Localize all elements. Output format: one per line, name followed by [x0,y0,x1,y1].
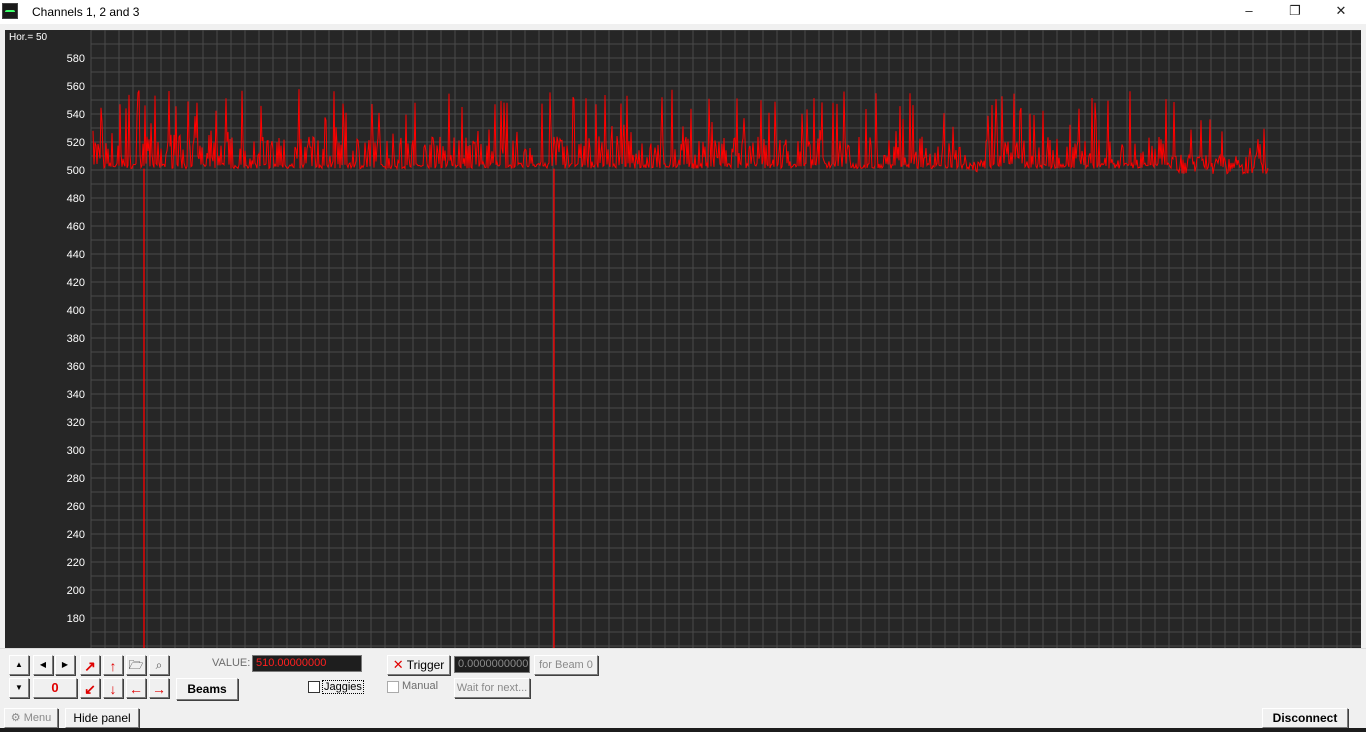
scope-display[interactable]: 580 560 540 520 500 480 460 440 420 400 380 360 340 3… [5,30,1361,648]
scroll-right-button[interactable]: ▶ [55,655,75,675]
jaggies-label[interactable]: Jaggies [322,680,364,694]
open-folder-icon[interactable]: 🗁 [126,655,146,675]
y-tick-label: 220 [67,557,85,569]
oscilloscope-app-icon [2,3,18,19]
trigger-label: Trigger [406,658,445,672]
y-tick-label: 420 [67,277,85,289]
close-button[interactable]: ✕ [1318,0,1364,24]
horizontal-scale-label: Hor.= 50 [9,32,48,43]
menu-icon: ⚙ [10,712,21,724]
y-tick-label: 340 [67,389,85,401]
y-tick-label: 440 [67,249,85,261]
y-tick-label: 240 [67,529,85,541]
wait-for-next-button[interactable]: Wait for next... [454,678,530,698]
hide-panel-button[interactable]: Hide panel [65,708,139,728]
scroll-left-button[interactable]: ◀ [33,655,53,675]
window-title: Channels 1, 2 and 3 [32,5,140,19]
menu-label: Menu [23,712,52,724]
trigger-button[interactable]: ✕ Trigger [387,655,450,675]
y-tick-label: 560 [67,81,85,93]
y-tick-label: 280 [67,473,85,485]
arrow-up-right-icon[interactable]: ↗ [80,655,100,675]
for-beam-button[interactable]: for Beam 0 [534,655,598,675]
y-tick-label: 180 [67,613,85,625]
y-tick-label: 260 [67,501,85,513]
title-bar: Channels 1, 2 and 3 – ❐ ✕ [0,0,1366,24]
value-field[interactable]: 510.00000000 [252,655,362,672]
arrow-down-icon[interactable]: ↓ [103,678,123,698]
beam-counter[interactable]: 0 [33,678,77,698]
restore-button[interactable]: ❐ [1272,0,1318,24]
y-tick-label: 360 [67,361,85,373]
scroll-down-button[interactable]: ▼ [9,678,29,698]
y-tick-label: 580 [67,53,85,65]
y-tick-label: 320 [67,417,85,429]
value-label: VALUE: [212,657,251,669]
y-tick-label: 480 [67,193,85,205]
arrow-right-icon[interactable]: → [149,678,169,698]
control-panel: ▲ ▼ ◀ ▶ 0 ↗ ↑ 🗁 ⌕ ↙ ↓ ← → Beams VALUE: 5… [0,648,1366,706]
beams-button[interactable]: Beams [176,678,238,700]
manual-label: Manual [402,680,439,692]
y-tick-label: 400 [67,305,85,317]
y-tick-label: 460 [67,221,85,233]
y-tick-label: 380 [67,333,85,345]
zoom-icon[interactable]: ⌕ [149,655,169,675]
minimize-button[interactable]: – [1226,0,1272,24]
jaggies-checkbox[interactable] [308,681,320,693]
disconnect-button[interactable]: Disconnect [1262,708,1348,728]
arrow-up-icon[interactable]: ↑ [103,655,123,675]
scope-plot: 580 560 540 520 500 480 460 440 420 400 380 360 340 3… [67,30,1361,648]
y-tick-label: 540 [67,109,85,121]
menu-button[interactable]: ⚙ Menu [4,708,58,728]
arrow-down-left-icon[interactable]: ↙ [80,678,100,698]
trigger-x-icon: ✕ [392,657,404,672]
trigger-value-field[interactable]: 0.0000000000 [454,656,530,673]
arrow-left-icon[interactable]: ← [126,678,146,698]
taskbar-strip [0,728,1366,732]
y-tick-label: 520 [67,137,85,149]
scroll-up-button[interactable]: ▲ [9,655,29,675]
y-tick-label: 300 [67,445,85,457]
y-tick-label: 200 [67,585,85,597]
y-tick-label: 500 [67,165,85,177]
manual-checkbox[interactable] [387,681,399,693]
signal-trace [92,89,1269,175]
